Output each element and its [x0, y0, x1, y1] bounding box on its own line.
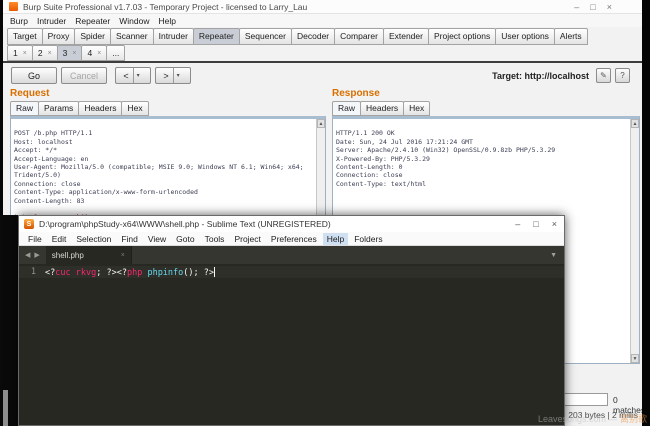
menu-intruder[interactable]: Intruder: [37, 16, 66, 26]
response-tab-headers[interactable]: Headers: [360, 101, 405, 116]
menu-find[interactable]: Find: [117, 233, 142, 245]
help-button[interactable]: ?: [615, 68, 630, 83]
repeater-tab-more[interactable]: ...: [106, 45, 126, 61]
close-tab-icon[interactable]: ×: [121, 252, 125, 259]
sublime-editor[interactable]: 1 <?cuc rkvg; ?><?php phpinfo(); ?>: [19, 264, 564, 425]
request-view-tabs: Raw Params Headers Hex: [10, 101, 326, 116]
menu-tools[interactable]: Tools: [201, 233, 229, 245]
tab-target[interactable]: Target: [7, 28, 43, 45]
scroll-up-icon[interactable]: ▲: [631, 119, 639, 128]
close-tab-icon[interactable]: ×: [97, 50, 101, 57]
repeater-tab-1[interactable]: 1 ×: [7, 45, 33, 61]
tab-scroll-right-icon[interactable]: ▶: [34, 251, 39, 259]
burp-menubar: Burp Intruder Repeater Window Help: [3, 14, 642, 27]
close-tab-icon[interactable]: ×: [23, 50, 27, 57]
tab-project-options[interactable]: Project options: [427, 28, 497, 45]
repeater-tab-3[interactable]: 3 ×: [56, 45, 83, 61]
tab-decoder[interactable]: Decoder: [291, 28, 336, 45]
request-tab-params[interactable]: Params: [38, 101, 80, 116]
sublime-logo-icon: S: [24, 219, 34, 229]
menu-help[interactable]: Help: [158, 16, 175, 26]
repeater-tab-4[interactable]: 4 ×: [81, 45, 108, 61]
background-scrollbar: [3, 390, 8, 426]
response-tab-hex[interactable]: Hex: [403, 101, 431, 116]
question-icon: ?: [620, 71, 625, 80]
tab-proxy[interactable]: Proxy: [41, 28, 76, 45]
menu-file[interactable]: File: [24, 233, 46, 245]
menu-preferences[interactable]: Preferences: [267, 233, 321, 245]
menu-folders[interactable]: Folders: [350, 233, 386, 245]
menu-burp[interactable]: Burp: [10, 16, 28, 26]
scroll-up-icon[interactable]: ▲: [317, 119, 325, 128]
menu-window[interactable]: Window: [119, 16, 149, 26]
burp-window-title: Burp Suite Professional v1.7.03 - Tempor…: [23, 1, 308, 12]
request-tab-hex[interactable]: Hex: [121, 101, 149, 116]
watermark: Leavesongs.com — 离别歌: [537, 414, 647, 424]
response-title: Response: [332, 88, 380, 99]
tab-scroll-left-icon[interactable]: ◀: [25, 251, 30, 259]
target-url-label: Target: http://localhost: [492, 70, 589, 81]
tab-intruder[interactable]: Intruder: [152, 28, 194, 45]
minimize-button[interactable]: –: [574, 0, 579, 14]
text-cursor: [214, 266, 215, 277]
sublime-window: S D:\program\phpStudy-x64\WWW\shell.php …: [18, 215, 565, 426]
menu-repeater[interactable]: Repeater: [75, 16, 110, 26]
tab-overflow-icon[interactable]: ▼: [550, 246, 564, 264]
cancel-button[interactable]: Cancel: [61, 67, 107, 84]
pencil-icon: ✎: [600, 71, 607, 80]
burp-main-tabs: Target Proxy Spider Scanner Intruder Rep…: [3, 27, 642, 45]
tab-sequencer[interactable]: Sequencer: [238, 28, 292, 45]
burp-titlebar: Burp Suite Professional v1.7.03 - Tempor…: [3, 0, 642, 14]
burp-logo-icon: [9, 2, 18, 11]
chevron-down-icon[interactable]: ▾: [172, 68, 183, 83]
menu-view[interactable]: View: [144, 233, 170, 245]
menu-help[interactable]: Help: [322, 232, 349, 245]
close-button[interactable]: ×: [607, 0, 612, 14]
close-button[interactable]: ×: [552, 219, 557, 229]
request-tab-raw[interactable]: Raw: [10, 101, 40, 116]
back-button[interactable]: < ▾: [115, 67, 151, 84]
menu-selection[interactable]: Selection: [72, 233, 115, 245]
line-number: 1: [30, 267, 36, 277]
sublime-menubar: File Edit Selection Find View Goto Tools…: [19, 232, 564, 246]
sublime-tabbar: ◀ ▶ shell.php × ▼: [19, 246, 564, 264]
forward-button[interactable]: > ▾: [155, 67, 191, 84]
tab-spider[interactable]: Spider: [74, 28, 111, 45]
request-tab-headers[interactable]: Headers: [78, 101, 123, 116]
search-input[interactable]: [560, 393, 608, 406]
repeater-request-tabs: 1 × 2 × 3 × 4 × ...: [3, 45, 642, 61]
edit-target-button[interactable]: ✎: [596, 68, 611, 83]
code-line[interactable]: 1 <?cuc rkvg; ?><?php phpinfo(); ?>: [19, 266, 564, 278]
close-tab-icon[interactable]: ×: [72, 50, 76, 57]
maximize-button[interactable]: □: [533, 219, 538, 229]
tab-extender[interactable]: Extender: [382, 28, 429, 45]
chevron-down-icon[interactable]: ▾: [132, 68, 143, 83]
tab-scanner[interactable]: Scanner: [109, 28, 154, 45]
desktop-background: [642, 0, 650, 426]
minimize-button[interactable]: –: [515, 219, 520, 229]
go-button[interactable]: Go: [11, 67, 57, 84]
repeater-tab-2[interactable]: 2 ×: [31, 45, 58, 61]
tab-comparer[interactable]: Comparer: [334, 28, 384, 45]
close-tab-icon[interactable]: ×: [48, 50, 52, 57]
sublime-window-title: D:\program\phpStudy-x64\WWW\shell.php - …: [39, 219, 331, 229]
request-title: Request: [10, 88, 50, 99]
tab-repeater[interactable]: Repeater: [192, 28, 240, 45]
tab-alerts[interactable]: Alerts: [553, 28, 588, 45]
file-tab-shell-php[interactable]: shell.php ×: [45, 246, 132, 264]
response-tab-raw[interactable]: Raw: [332, 101, 362, 116]
code-text: <?cuc rkvg; ?><?php phpinfo(); ?>: [45, 266, 215, 278]
menu-project[interactable]: Project: [230, 233, 264, 245]
repeater-toolbar: Go Cancel < ▾ > ▾ Target: http://localho…: [3, 63, 642, 88]
sublime-titlebar: S D:\program\phpStudy-x64\WWW\shell.php …: [19, 216, 564, 232]
maximize-button[interactable]: □: [590, 0, 595, 14]
menu-edit[interactable]: Edit: [48, 233, 71, 245]
tab-user-options[interactable]: User options: [495, 28, 555, 45]
response-view-tabs: Raw Headers Hex: [332, 101, 640, 116]
response-scrollbar[interactable]: ▲ ▼: [630, 119, 639, 363]
scroll-down-icon[interactable]: ▼: [631, 354, 639, 363]
menu-goto[interactable]: Goto: [172, 233, 198, 245]
